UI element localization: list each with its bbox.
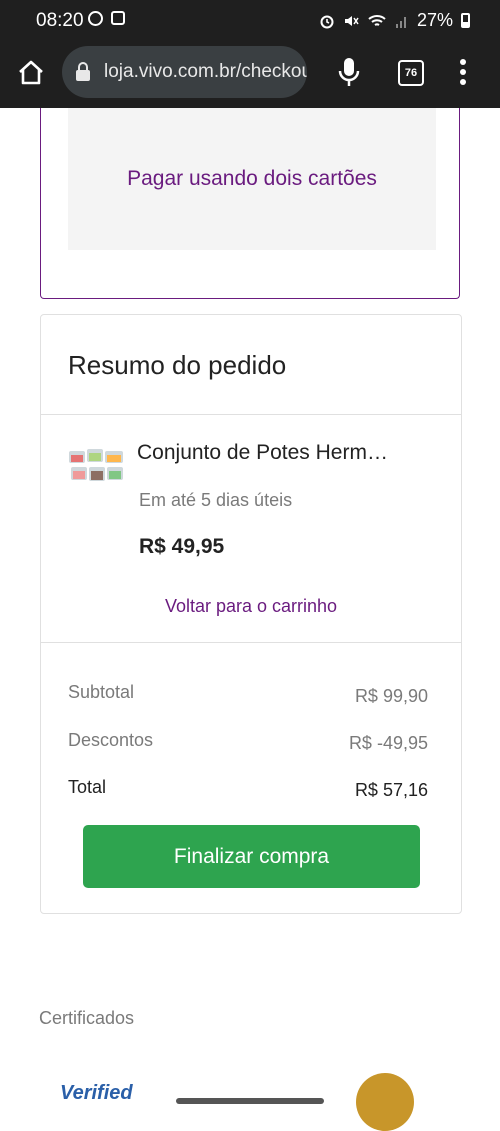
payment-option-card: Pagar usando dois cartões xyxy=(40,108,460,299)
battery-percent: 27% xyxy=(416,10,453,30)
summary-title: Resumo do pedido xyxy=(68,350,287,380)
signal-icon xyxy=(395,16,406,28)
order-summary-card: Resumo do pedido Conjunto de Potes Herm…… xyxy=(40,314,462,914)
subtotal-label: Subtotal xyxy=(68,682,135,702)
split-payment-option[interactable]: Pagar usando dois cartões xyxy=(68,108,436,250)
microphone-icon[interactable] xyxy=(336,56,362,90)
divider xyxy=(41,414,461,415)
tabs-button[interactable]: 76 xyxy=(398,60,424,86)
more-menu-icon[interactable] xyxy=(458,58,468,86)
discount-value: R$ -49,95 xyxy=(348,733,428,753)
mute-icon xyxy=(344,15,359,26)
clock: 08:20 xyxy=(36,10,84,31)
url-text: loja.vivo.com.br/checkout xyxy=(104,61,307,82)
delivery-estimate: Em até 5 dias úteis xyxy=(139,490,293,510)
battery-icon xyxy=(461,13,470,28)
divider xyxy=(41,642,461,643)
app-notification-icon xyxy=(111,11,125,25)
home-icon[interactable] xyxy=(16,58,46,88)
wifi-icon xyxy=(368,14,386,26)
tab-count: 76 xyxy=(404,67,418,79)
lock-icon xyxy=(76,62,90,81)
system-icons: 27% xyxy=(319,10,470,31)
total-value: R$ 57,16 xyxy=(354,780,428,800)
browser-toolbar: loja.vivo.com.br/checkout 76 xyxy=(0,42,500,108)
verified-seal-logo: Verified xyxy=(60,1082,133,1104)
subtotal-value: R$ 99,90 xyxy=(354,686,428,706)
split-payment-label: Pagar usando dois cartões xyxy=(127,167,377,190)
security-seal-logo xyxy=(356,1073,414,1131)
total-label: Total xyxy=(68,777,107,797)
back-to-cart-link[interactable]: Voltar para o carrinho xyxy=(41,596,461,617)
product-image xyxy=(69,449,123,481)
discount-label: Descontos xyxy=(68,730,154,750)
alarm-icon xyxy=(320,15,334,28)
gesture-navigation-bar[interactable] xyxy=(176,1098,324,1104)
certificates-heading: Certificados xyxy=(39,1008,135,1028)
product-name[interactable]: Conjunto de Potes Herm… xyxy=(137,441,407,465)
status-bar: 08:20 27% xyxy=(0,0,500,42)
finalize-purchase-button[interactable]: Finalizar compra xyxy=(83,825,420,888)
address-bar[interactable]: loja.vivo.com.br/checkout xyxy=(62,46,307,98)
whatsapp-icon xyxy=(88,11,103,26)
notification-icons xyxy=(88,11,125,26)
product-price: R$ 49,95 xyxy=(139,535,225,558)
